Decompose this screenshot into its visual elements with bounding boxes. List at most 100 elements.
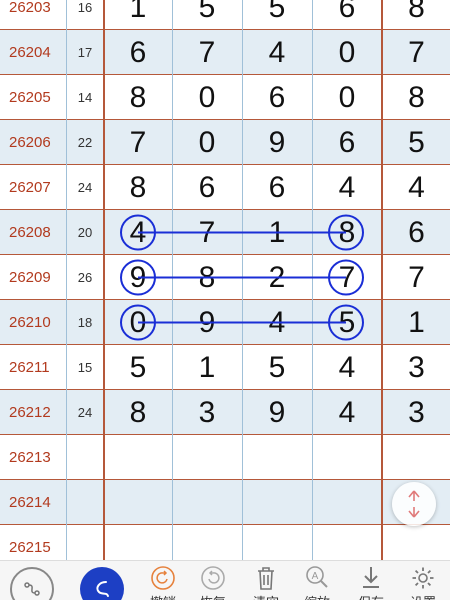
redo-button[interactable]: 恢复 <box>188 561 238 600</box>
pen-active-icon <box>96 581 109 597</box>
digit-cell[interactable]: 8 <box>104 165 172 210</box>
digit-cell[interactable]: 4 <box>242 30 312 75</box>
digit-cell[interactable]: 1 <box>383 300 450 345</box>
undo-button[interactable]: 撤销 <box>138 561 188 600</box>
digit-cell[interactable]: 5 <box>383 120 450 165</box>
digit-cell[interactable]: 5 <box>242 345 312 390</box>
digit-cell[interactable]: 7 <box>172 30 242 75</box>
digit-cell[interactable]: 7 <box>172 210 242 255</box>
digit-cell[interactable] <box>383 435 450 480</box>
save-button[interactable]: 保存 <box>346 561 396 600</box>
digit-cell[interactable]: 5 <box>172 0 242 30</box>
digit-cell[interactable]: 9 <box>104 255 172 300</box>
issue-number: 26208 <box>9 224 51 241</box>
digit-cell[interactable] <box>104 525 172 560</box>
issue-number: 26215 <box>9 539 51 556</box>
digit-cell[interactable] <box>242 435 312 480</box>
svg-text:A: A <box>312 571 319 582</box>
digit-cell[interactable] <box>312 525 382 560</box>
sum-value: 17 <box>77 45 93 60</box>
digit-cell[interactable]: 7 <box>383 30 450 75</box>
scroll-toggle-button[interactable] <box>392 482 436 526</box>
digit-cell[interactable]: 8 <box>104 390 172 435</box>
sum-value: 16 <box>77 0 93 15</box>
digit-cell[interactable]: 6 <box>312 120 382 165</box>
digit-cell[interactable]: 0 <box>172 120 242 165</box>
col-divider-1 <box>66 0 67 560</box>
digit-cell[interactable]: 8 <box>383 0 450 30</box>
bottom-toolbar: 撤销 恢复 清空 A 缩放 保存 设置 <box>0 560 450 600</box>
digit-cell[interactable]: 5 <box>312 300 382 345</box>
digit-cell[interactable]: 0 <box>104 300 172 345</box>
digit-cell[interactable]: 0 <box>172 75 242 120</box>
zoom-label: 缩放 <box>292 592 342 600</box>
digit-cell[interactable]: 1 <box>172 345 242 390</box>
issue-number: 26207 <box>9 179 51 196</box>
digit-cell[interactable]: 8 <box>104 75 172 120</box>
issue-number: 26214 <box>9 494 51 511</box>
clear-button[interactable]: 清空 <box>241 561 291 600</box>
digit-cell[interactable]: 6 <box>242 165 312 210</box>
digit-cell[interactable]: 4 <box>312 165 382 210</box>
sum-value: 15 <box>77 360 93 375</box>
digit-cell[interactable]: 1 <box>242 210 312 255</box>
digit-cell[interactable]: 8 <box>312 210 382 255</box>
digit-cell[interactable]: 0 <box>312 30 382 75</box>
zoom-button[interactable]: A 缩放 <box>292 561 342 600</box>
digit-cell[interactable]: 4 <box>312 390 382 435</box>
draw-button[interactable] <box>80 567 124 600</box>
digit-cell[interactable]: 6 <box>104 30 172 75</box>
digit-cell[interactable]: 5 <box>104 345 172 390</box>
issue-number: 26209 <box>9 269 51 286</box>
digit-cell[interactable]: 2 <box>242 255 312 300</box>
digit-cell[interactable] <box>104 480 172 525</box>
digit-cell[interactable] <box>172 435 242 480</box>
digit-cell[interactable]: 9 <box>172 300 242 345</box>
digit-cell[interactable]: 3 <box>383 390 450 435</box>
digit-cell[interactable] <box>312 480 382 525</box>
settings-label: 设置 <box>398 592 448 600</box>
digit-cell[interactable]: 3 <box>172 390 242 435</box>
digit-cell[interactable] <box>242 525 312 560</box>
digit-cell[interactable]: 8 <box>383 75 450 120</box>
digit-cell[interactable]: 6 <box>383 210 450 255</box>
redo-label: 恢复 <box>188 592 238 600</box>
sum-value <box>66 525 104 560</box>
digit-cell[interactable]: 6 <box>172 165 242 210</box>
digit-cell[interactable] <box>383 525 450 560</box>
col-divider-6 <box>381 0 383 560</box>
col-divider-2 <box>103 0 105 560</box>
digit-cell[interactable]: 7 <box>312 255 382 300</box>
pen-circle-icon <box>24 582 40 596</box>
col-divider-5 <box>312 0 313 560</box>
issue-number: 26206 <box>9 134 51 151</box>
digit-cell[interactable]: 8 <box>172 255 242 300</box>
sum-value: 24 <box>77 405 93 420</box>
digit-cell[interactable]: 0 <box>312 75 382 120</box>
digit-cell[interactable]: 3 <box>383 345 450 390</box>
digit-cell[interactable]: 4 <box>242 300 312 345</box>
digit-cell[interactable]: 6 <box>312 0 382 30</box>
sum-value: 26 <box>77 270 93 285</box>
digit-cell[interactable]: 6 <box>242 75 312 120</box>
sum-value: 20 <box>77 225 93 240</box>
digit-cell[interactable]: 4 <box>104 210 172 255</box>
digit-cell[interactable]: 5 <box>242 0 312 30</box>
issue-number: 26205 <box>9 89 51 106</box>
digit-cell[interactable]: 9 <box>242 390 312 435</box>
settings-button[interactable]: 设置 <box>398 561 448 600</box>
digit-cell[interactable]: 9 <box>242 120 312 165</box>
digit-cell[interactable]: 7 <box>383 255 450 300</box>
digit-cell[interactable] <box>242 480 312 525</box>
digit-cell[interactable]: 4 <box>383 165 450 210</box>
issue-number: 26204 <box>9 44 51 61</box>
pen-mode-button[interactable] <box>10 567 54 600</box>
digit-cell[interactable]: 7 <box>104 120 172 165</box>
digit-cell[interactable]: 4 <box>312 345 382 390</box>
digit-cell[interactable] <box>104 435 172 480</box>
sum-value: 24 <box>77 180 93 195</box>
digit-cell[interactable] <box>312 435 382 480</box>
digit-cell[interactable] <box>172 480 242 525</box>
digit-cell[interactable]: 1 <box>104 0 172 30</box>
digit-cell[interactable] <box>172 525 242 560</box>
